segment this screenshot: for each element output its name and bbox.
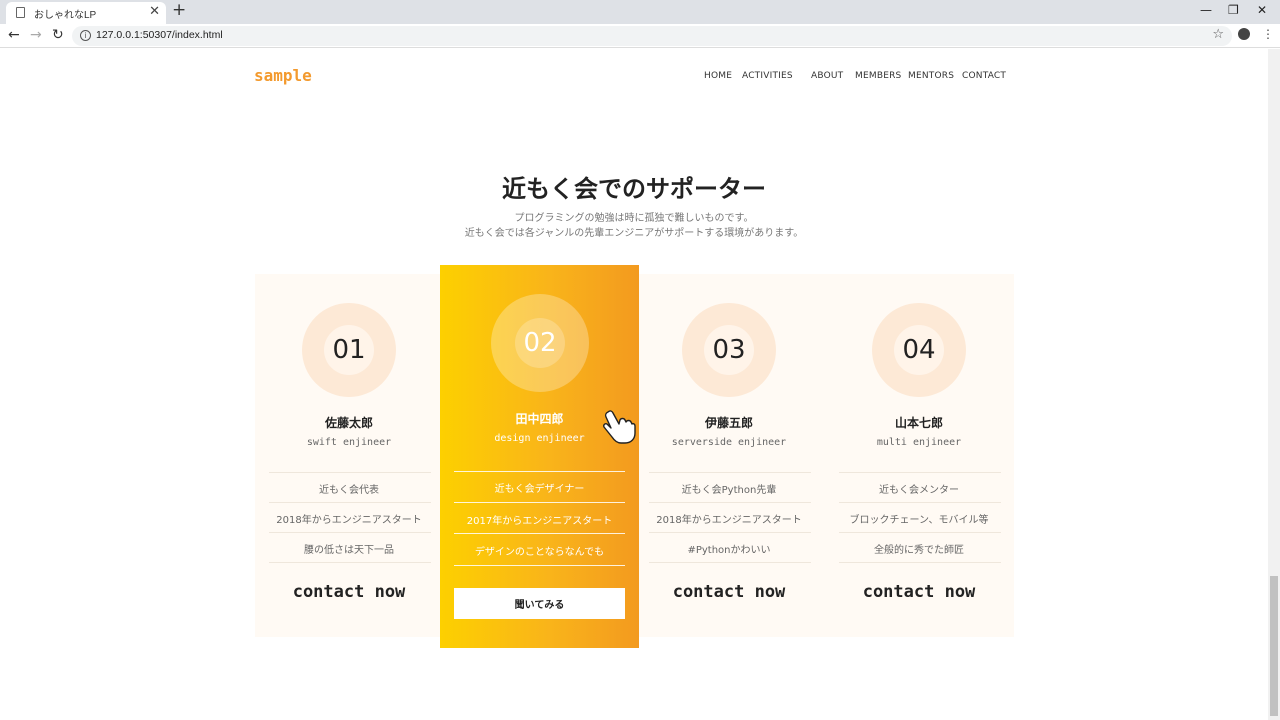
supporter-role: swift enjineer <box>306 437 392 448</box>
supporter-name: 山本七郎 <box>894 416 943 430</box>
tab-title: おしゃれなLP <box>34 10 97 21</box>
divider <box>269 472 431 473</box>
supporter-card: 04 山本七郎 multi enjineer 近もく会メンター ブロックチェーン… <box>825 274 1013 637</box>
nav-home[interactable]: HOME <box>704 71 732 81</box>
number-badge: 01 <box>302 303 396 397</box>
hand-pointer-icon <box>603 410 636 444</box>
divider <box>454 533 625 534</box>
back-icon[interactable]: ← <box>8 27 20 43</box>
list-item: 2017年からエンジニアスタート <box>466 516 613 527</box>
list-item: 近もく会デザイナー <box>494 484 585 495</box>
new-tab-icon[interactable]: + <box>172 0 186 20</box>
supporter-name: 佐藤太郎 <box>324 416 373 430</box>
list-item: 近もく会代表 <box>319 485 379 496</box>
nav-members[interactable]: MEMBERS <box>855 71 901 81</box>
card-number: 01 <box>332 335 366 365</box>
featured-supporter-card: 02 田中四郎 design enjineer 近もく会デザイナー 2017年か… <box>440 265 639 648</box>
nav-mentors[interactable]: MENTORS <box>908 71 954 81</box>
section-description: 近もく会では各ジャンルの先輩エンジニアがサポートする環境があります。 <box>464 228 804 239</box>
section-title: 近もく会でのサポーター <box>502 175 766 203</box>
contact-now-link[interactable]: contact now <box>825 582 1013 602</box>
supporter-role: serverside enjineer <box>671 437 787 448</box>
divider <box>269 532 431 533</box>
browser-tab-bar: おしゃれなLP ✕ + — ❐ ✕ <box>0 0 1280 24</box>
supporter-role: multi enjineer <box>876 437 962 448</box>
divider <box>454 502 625 503</box>
url-text[interactable]: 127.0.0.1:50307/index.html <box>96 29 223 41</box>
forward-icon[interactable]: → <box>30 27 42 43</box>
number-badge: 03 <box>682 303 776 397</box>
minimize-icon[interactable]: — <box>1200 3 1212 17</box>
divider <box>839 532 1001 533</box>
divider <box>839 502 1001 503</box>
divider <box>269 562 431 563</box>
list-item: デザインのことならなんでも <box>474 547 605 558</box>
list-item: 近もく会Python先輩 <box>681 485 777 496</box>
omnibox[interactable]: i 127.0.0.1:50307/index.html ☆ <box>72 26 1232 46</box>
number-badge: 04 <box>872 303 966 397</box>
browser-tab[interactable]: おしゃれなLP ✕ <box>6 2 166 24</box>
divider <box>839 562 1001 563</box>
list-item: #Pythonかわいい <box>687 545 771 556</box>
ask-button[interactable]: 聞いてみる <box>454 588 625 619</box>
list-item: 腰の低さは天下一品 <box>304 545 394 556</box>
menu-icon[interactable]: ⋮ <box>1262 27 1274 41</box>
info-icon[interactable]: i <box>80 30 91 41</box>
nav-activities[interactable]: ACTIVITIES <box>742 71 793 81</box>
bookmark-star-icon[interactable]: ☆ <box>1212 27 1224 42</box>
divider <box>269 502 431 503</box>
card-number: 03 <box>712 335 746 365</box>
divider <box>649 532 811 533</box>
list-item: 全般的に秀でた師匠 <box>874 545 964 556</box>
list-item: 2018年からエンジニアスタート <box>276 515 422 526</box>
contact-now-link[interactable]: contact now <box>255 582 443 602</box>
list-item: 2018年からエンジニアスタート <box>656 515 802 526</box>
list-item: 近もく会メンター <box>879 485 959 496</box>
divider <box>454 471 625 472</box>
section-description: プログラミングの勉強は時に孤独で難しいものです。 <box>514 213 754 224</box>
divider <box>649 502 811 503</box>
page-content: sample HOME ACTIVITIES ABOUT MEMBERS MEN… <box>0 49 1268 720</box>
contact-now-link[interactable]: contact now <box>635 582 823 602</box>
divider <box>839 472 1001 473</box>
nav-contact[interactable]: CONTACT <box>962 71 1006 81</box>
restore-icon[interactable]: ❐ <box>1228 3 1239 17</box>
supporter-card: 01 佐藤太郎 swift enjineer 近もく会代表 2018年からエンジ… <box>255 274 443 637</box>
reload-icon[interactable]: ↻ <box>52 27 64 43</box>
supporter-name: 伊藤五郎 <box>704 416 753 430</box>
logo[interactable]: sample <box>254 66 312 85</box>
address-bar: ← → ↻ i 127.0.0.1:50307/index.html ☆ ⋮ <box>0 24 1280 48</box>
number-badge: 02 <box>491 294 589 392</box>
vertical-scrollbar[interactable] <box>1268 49 1280 720</box>
profile-icon[interactable] <box>1238 28 1250 40</box>
close-window-icon[interactable]: ✕ <box>1257 3 1267 17</box>
card-number: 04 <box>902 335 936 365</box>
divider <box>649 562 811 563</box>
scrollbar-thumb[interactable] <box>1270 576 1278 716</box>
divider <box>454 565 625 566</box>
close-tab-icon[interactable]: ✕ <box>149 4 160 19</box>
nav-about[interactable]: ABOUT <box>811 71 843 81</box>
page-icon <box>16 7 25 18</box>
list-item: ブロックチェーン、モバイル等 <box>849 515 989 526</box>
divider <box>649 472 811 473</box>
card-number: 02 <box>523 328 557 358</box>
supporter-card: 03 伊藤五郎 serverside enjineer 近もく会Python先輩… <box>635 274 823 637</box>
